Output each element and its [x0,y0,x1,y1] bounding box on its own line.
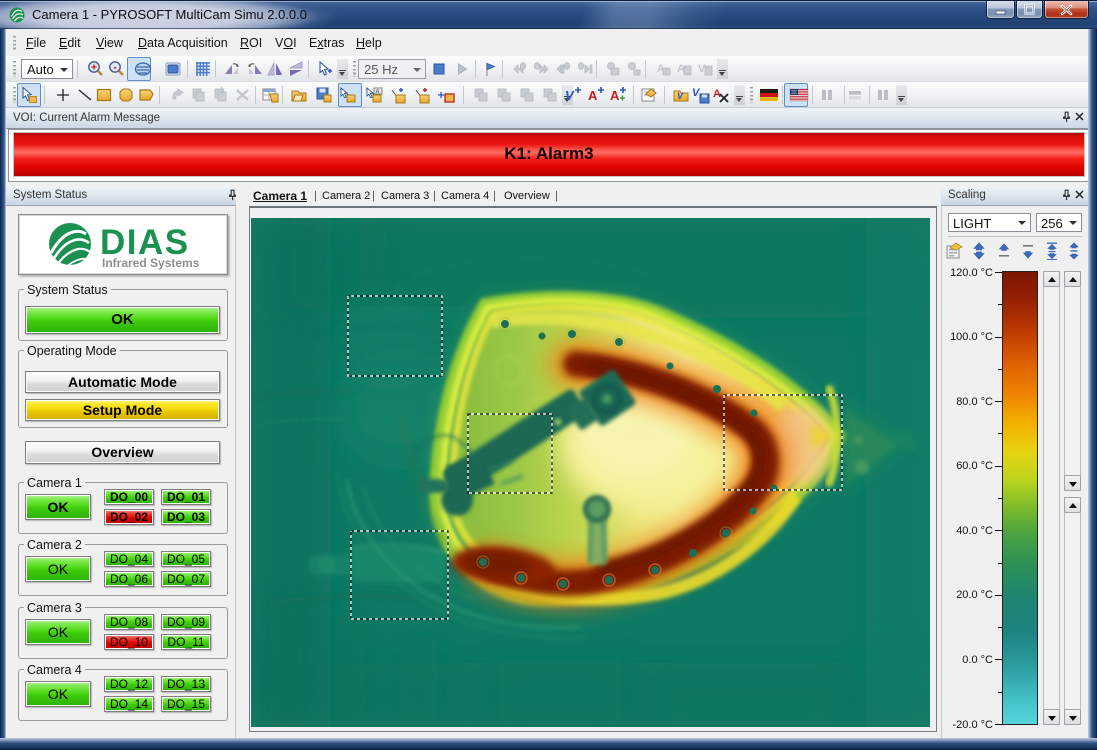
svg-text:A: A [376,90,380,96]
svg-text:-: - [113,63,116,74]
svg-text:A: A [610,88,620,103]
svg-text:A: A [713,88,721,100]
svg-text:V: V [565,88,575,103]
svg-text:Infrared Systems: Infrared Systems [102,256,200,270]
svg-text:V: V [677,91,684,101]
svg-text:A: A [588,88,598,103]
svg-text:+: + [91,63,97,74]
